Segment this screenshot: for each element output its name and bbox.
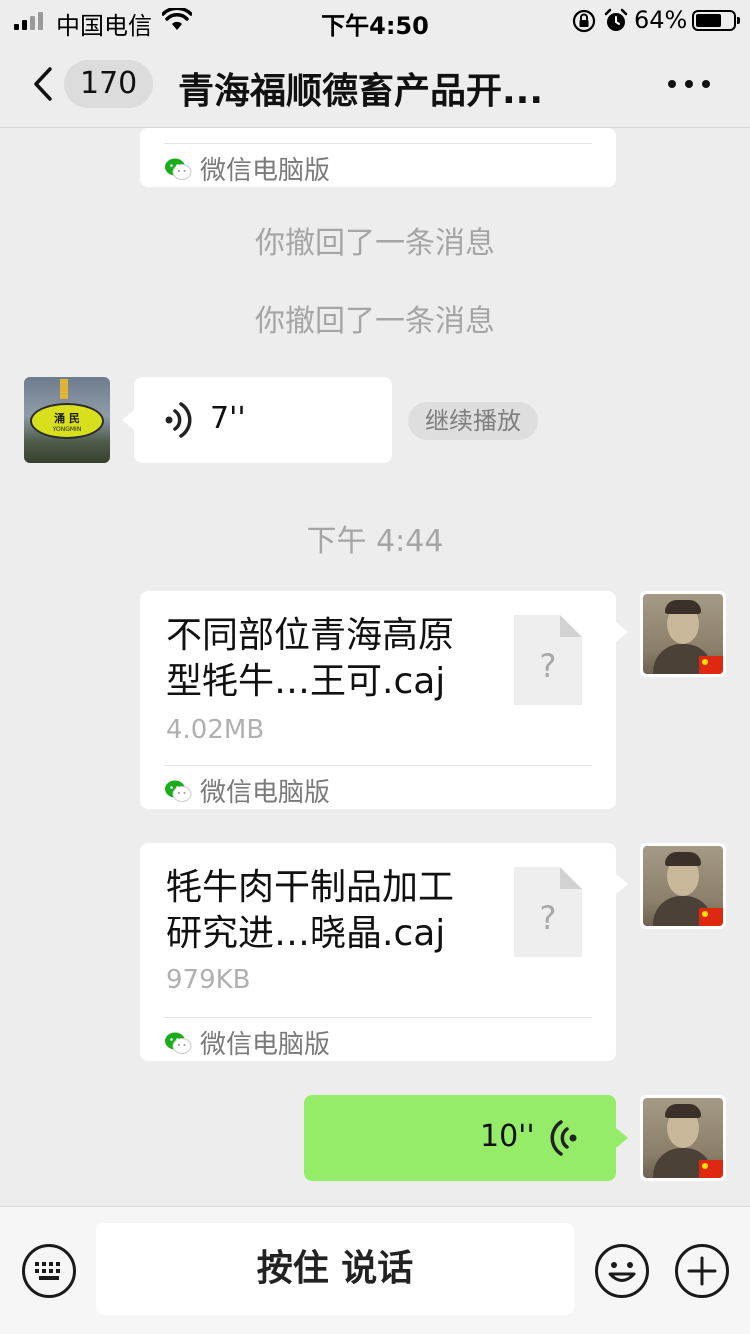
app-source-label: 微信电脑版: [200, 156, 331, 186]
chat-title: 青海福顺德畜产品开...: [178, 71, 544, 112]
unread-count-badge[interactable]: 170: [64, 60, 154, 108]
emoji-icon[interactable]: [594, 1243, 650, 1299]
status-bar: 中国电信 下午4:50 64%: [0, 0, 750, 40]
keyboard-icon[interactable]: [21, 1243, 77, 1299]
logo-text: 涌 民: [54, 412, 80, 425]
voice-wave-icon: [550, 1120, 577, 1156]
bubble-tail: [616, 874, 628, 894]
card-footer: 微信电脑版: [164, 765, 592, 809]
portrait: [643, 594, 723, 674]
app-source: 微信电脑版: [164, 1024, 330, 1061]
file-message-card[interactable]: 牦牛肉干制品加工 研究进…晓晶.caj 979KB ? 微信电脑版: [140, 843, 616, 1061]
unknown-file-icon: ?: [514, 615, 582, 705]
app-source-label: 微信电脑版: [200, 778, 331, 808]
wechat-logo-icon: [165, 1032, 192, 1054]
recalled-notice: 你撤回了一条消息: [255, 226, 495, 261]
back-chevron-icon[interactable]: [30, 66, 56, 102]
svg-text:?: ?: [540, 647, 557, 685]
card-footer: 微信电脑版: [164, 143, 592, 187]
voice-message-outgoing[interactable]: 10'': [304, 1095, 616, 1181]
china-flag-icon: [699, 908, 723, 926]
file-size: 979KB: [166, 965, 251, 995]
resume-play-button[interactable]: 继续播放: [408, 402, 538, 440]
voice-message-incoming[interactable]: 7'': [134, 377, 392, 463]
battery-percentage: 64%: [634, 6, 688, 34]
bubble-tail: [616, 622, 628, 642]
orientation-lock-icon: [572, 9, 596, 33]
file-name-line: 型牦牛…王可.caj: [166, 661, 446, 702]
voice-duration: 7'': [210, 401, 246, 436]
message-timestamp: 下午 4:44: [306, 524, 444, 559]
more-options-icon[interactable]: [668, 80, 710, 88]
hold-to-talk-button[interactable]: 按住 说话: [96, 1223, 574, 1315]
my-avatar[interactable]: [640, 1095, 726, 1181]
battery-icon: [692, 10, 740, 31]
portrait: [643, 1098, 723, 1178]
china-flag-icon: [699, 656, 723, 674]
alarm-icon: [604, 8, 628, 31]
file-message-card[interactable]: 不同部位青海高原 型牦牛…王可.caj 4.02MB ? 微信电脑版: [140, 591, 616, 809]
yongmin-logo: 涌 民 YONGMIN: [30, 403, 104, 439]
file-name-line: 研究进…晓晶.caj: [166, 913, 446, 954]
china-flag-icon: [699, 1160, 723, 1178]
portrait: [643, 846, 723, 926]
logo-flame: [60, 379, 68, 399]
chat-nav-bar: 170 青海福顺德畜产品开...: [0, 40, 750, 128]
contact-avatar[interactable]: 涌 民 YONGMIN: [24, 377, 110, 463]
bubble-tail: [616, 1128, 628, 1148]
app-source: 微信电脑版: [164, 772, 330, 809]
chat-input-bar: 按住 说话: [0, 1206, 750, 1334]
file-name-line: 牦牛肉干制品加工: [166, 867, 455, 908]
wechat-logo-icon: [165, 158, 192, 180]
wechat-logo-icon: [165, 780, 192, 802]
logo-subtext: YONGMIN: [52, 426, 82, 433]
file-name-line: 不同部位青海高原: [166, 615, 455, 656]
bubble-tail: [122, 410, 134, 430]
app-source: 微信电脑版: [164, 150, 330, 187]
file-message-card-partial[interactable]: 微信电脑版: [140, 128, 616, 187]
recalled-notice: 你撤回了一条消息: [255, 304, 495, 339]
my-avatar[interactable]: [640, 591, 726, 677]
voice-wave-icon: [165, 402, 192, 438]
unknown-file-icon: ?: [514, 867, 582, 957]
svg-text:?: ?: [540, 899, 557, 937]
file-name: 不同部位青海高原 型牦牛…王可.caj: [166, 613, 496, 705]
file-name: 牦牛肉干制品加工 研究进…晓晶.caj: [166, 865, 496, 957]
plus-icon[interactable]: [674, 1243, 730, 1299]
file-size: 4.02MB: [166, 715, 265, 745]
voice-duration: 10'': [480, 1119, 535, 1154]
my-avatar[interactable]: [640, 843, 726, 929]
app-source-label: 微信电脑版: [200, 1030, 331, 1060]
card-footer: 微信电脑版: [164, 1017, 592, 1061]
